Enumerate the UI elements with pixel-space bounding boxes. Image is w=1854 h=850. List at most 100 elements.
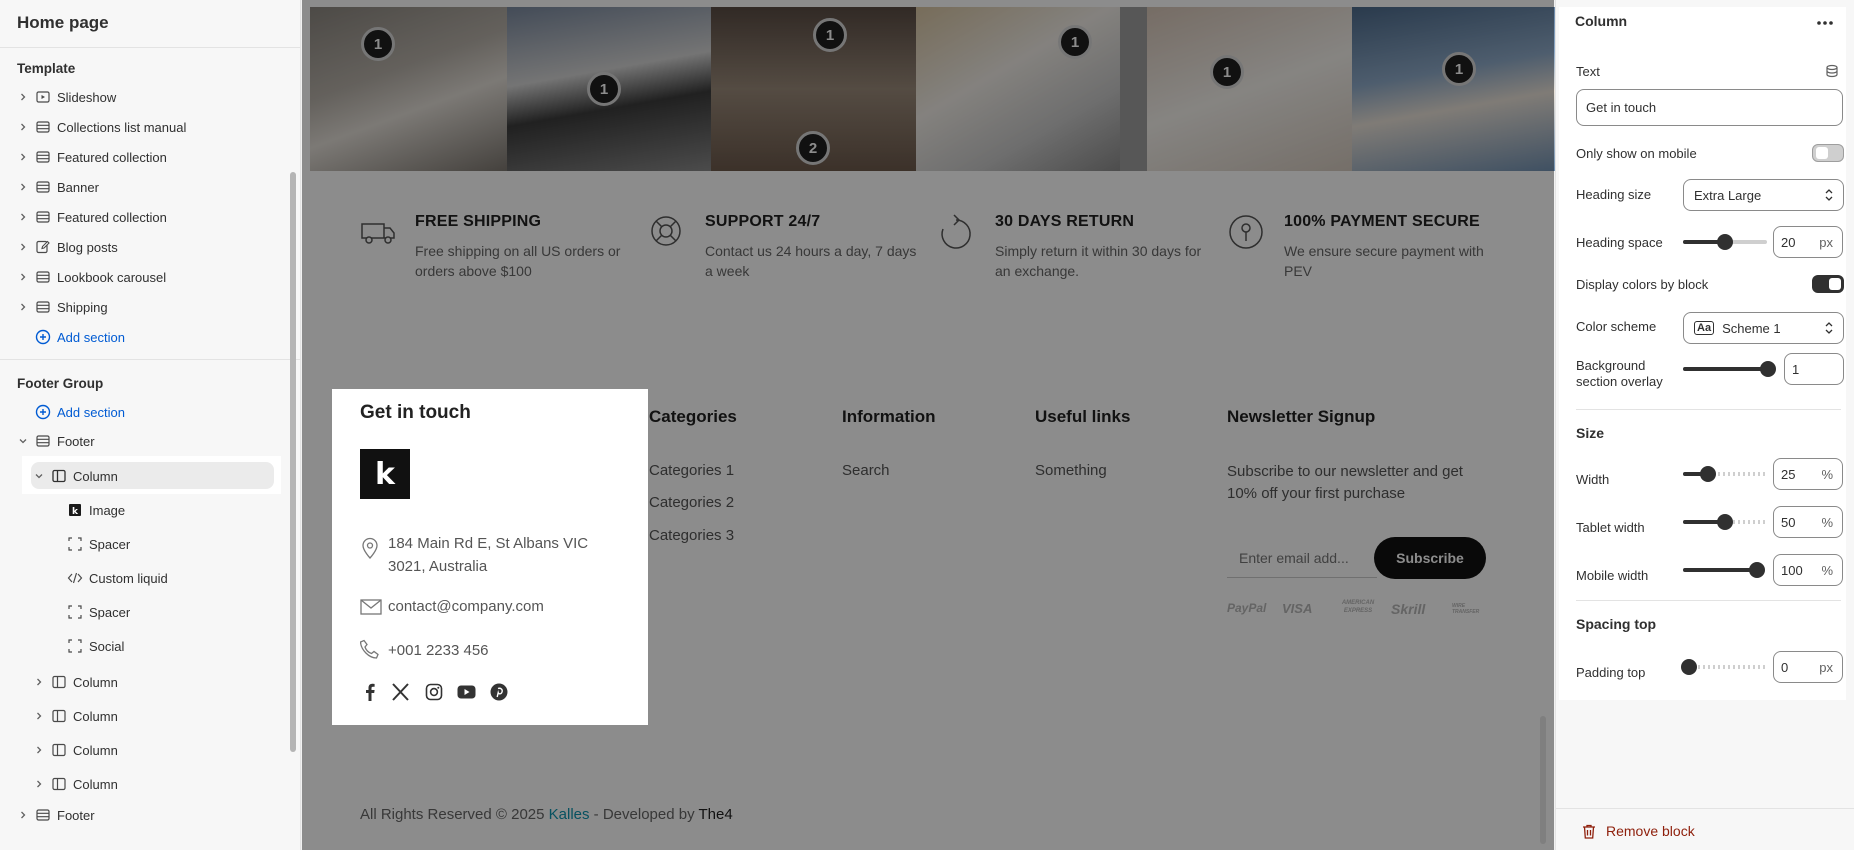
sidebar-item-block[interactable]: Spacer: [0, 597, 301, 627]
sidebar-item-label: Footer: [57, 807, 95, 823]
sidebar-item-label: Lookbook carousel: [57, 269, 167, 285]
x-twitter-icon[interactable]: [392, 683, 409, 701]
tablet-width-slider-thumb[interactable]: [1717, 514, 1733, 530]
slideshow-icon: [36, 91, 50, 103]
sidebar-item-block[interactable]: k Image: [0, 495, 301, 525]
bg-overlay-slider-thumb[interactable]: [1760, 361, 1776, 377]
bg-overlay-input[interactable]: 1: [1784, 353, 1844, 385]
sidebar-item-column-selected[interactable]: Column: [0, 461, 301, 491]
divider: [1556, 808, 1854, 809]
sidebar-item-template-section[interactable]: Featured collection: [0, 202, 301, 232]
heading-space-slider-thumb[interactable]: [1717, 234, 1733, 250]
sidebar-item-footer[interactable]: Footer: [0, 426, 301, 456]
unit-label: px: [1819, 660, 1833, 675]
section-icon: [36, 435, 50, 447]
add-section-button[interactable]: Add section: [0, 322, 301, 352]
sidebar-item-label: Collections list manual: [57, 119, 187, 135]
text-label: Text: [1576, 64, 1600, 79]
contact-email[interactable]: contact@company.com: [388, 595, 544, 618]
panel-title: Column: [1575, 13, 1628, 29]
chevron-down-icon: [19, 439, 27, 444]
preview-scrollbar[interactable]: [1540, 716, 1546, 844]
sidebar-item-block[interactable]: Custom liquid: [0, 563, 301, 593]
sidebar-item-label: Column: [73, 708, 118, 724]
contact-title: Get in touch: [360, 402, 471, 423]
sidebar-item-label: Spacer: [89, 604, 131, 620]
chevron-right-icon: [21, 123, 26, 131]
heading-space-label: Heading space: [1576, 235, 1663, 250]
sidebar-item-template-section[interactable]: Collections list manual: [0, 112, 301, 142]
color-scheme-select[interactable]: Aa Scheme 1: [1683, 312, 1844, 344]
only-mobile-toggle[interactable]: [1812, 144, 1844, 162]
contact-phone[interactable]: +001 2233 456: [388, 639, 489, 662]
store-logo: k: [360, 449, 410, 499]
image-block-icon: k: [69, 504, 81, 517]
sidebar-item-block[interactable]: Spacer: [0, 529, 301, 559]
select-arrows-icon: [1825, 322, 1833, 334]
chevron-right-icon: [37, 712, 42, 720]
plus-circle-icon: [35, 404, 51, 420]
width-input[interactable]: 25%: [1773, 458, 1843, 490]
instagram-icon[interactable]: [425, 683, 443, 701]
chevron-right-icon: [37, 678, 42, 686]
sidebar-item-template-section[interactable]: Slideshow: [0, 82, 301, 112]
divider: [0, 359, 301, 360]
sidebar-item-label: Footer: [57, 433, 95, 449]
sidebar-item-column[interactable]: Column: [0, 735, 301, 765]
pinterest-icon[interactable]: [490, 683, 508, 701]
display-colors-toggle[interactable]: [1812, 275, 1844, 293]
sidebar-item-footer-2[interactable]: Footer: [0, 800, 301, 830]
sidebar-item-template-section[interactable]: Featured collection: [0, 142, 301, 172]
chevron-right-icon: [21, 93, 26, 101]
sidebar-item-block[interactable]: Social: [0, 631, 301, 661]
sidebar-scrollbar[interactable]: [290, 172, 296, 752]
sidebar: Home page Template Slideshow Collections …: [0, 0, 301, 850]
sidebar-item-column[interactable]: Column: [0, 701, 301, 731]
divider: [1576, 409, 1841, 410]
section-icon: [36, 809, 50, 821]
sidebar-item-template-section[interactable]: Banner: [0, 172, 301, 202]
heading-size-select[interactable]: Extra Large: [1683, 179, 1844, 211]
color-scheme-value: Scheme 1: [1722, 320, 1781, 336]
display-colors-label: Display colors by block: [1576, 277, 1709, 292]
sidebar-item-template-section[interactable]: Lookbook carousel: [0, 262, 301, 292]
more-options-icon[interactable]: [1817, 20, 1833, 26]
sidebar-item-template-section[interactable]: Blog posts: [0, 232, 301, 262]
block-icon: [68, 537, 82, 551]
color-scheme-swatch-icon: Aa: [1694, 321, 1715, 335]
contact-column-card[interactable]: Get in touch k 184 Main Rd E, St Albans …: [344, 399, 636, 710]
column-icon: [52, 709, 66, 723]
remove-block-button[interactable]: Remove block: [1582, 823, 1695, 839]
tablet-width-input[interactable]: 50%: [1773, 506, 1843, 538]
blog-icon: [36, 240, 50, 254]
sidebar-item-label: Slideshow: [57, 89, 117, 105]
width-label: Width: [1576, 472, 1610, 487]
sidebar-item-template-section[interactable]: Shipping: [0, 292, 301, 322]
add-section-button-footer[interactable]: Add section: [0, 397, 301, 427]
section-icon: [36, 301, 50, 313]
dynamic-source-icon[interactable]: [1825, 64, 1839, 78]
page-title[interactable]: Home page: [17, 13, 109, 33]
mobile-width-slider-thumb[interactable]: [1749, 562, 1765, 578]
sidebar-item-label: Blog posts: [57, 239, 118, 255]
sidebar-item-column[interactable]: Column: [0, 769, 301, 799]
mobile-width-input[interactable]: 100%: [1773, 554, 1843, 586]
sidebar-item-label: Column: [73, 776, 118, 792]
sidebar-item-label: Social: [89, 638, 125, 654]
block-icon: [68, 639, 82, 653]
bg-overlay-value: 1: [1792, 362, 1800, 377]
phone-icon: [360, 639, 379, 659]
heading-space-input[interactable]: 20 px: [1773, 226, 1843, 258]
width-slider-thumb[interactable]: [1700, 466, 1716, 482]
template-group-title: Template: [17, 61, 76, 76]
unit-label: %: [1821, 563, 1833, 578]
padding-top-input[interactable]: 0 px: [1773, 651, 1843, 683]
text-input[interactable]: Get in touch: [1576, 89, 1843, 126]
facebook-icon[interactable]: [362, 683, 378, 701]
chevron-right-icon: [21, 213, 26, 221]
sidebar-item-column[interactable]: Column: [0, 667, 301, 697]
padding-top-slider-thumb[interactable]: [1681, 659, 1697, 675]
column-icon: [52, 777, 66, 791]
settings-panel: Column Text Get in touch Only show on mo…: [1555, 0, 1854, 850]
youtube-icon[interactable]: [457, 685, 476, 699]
